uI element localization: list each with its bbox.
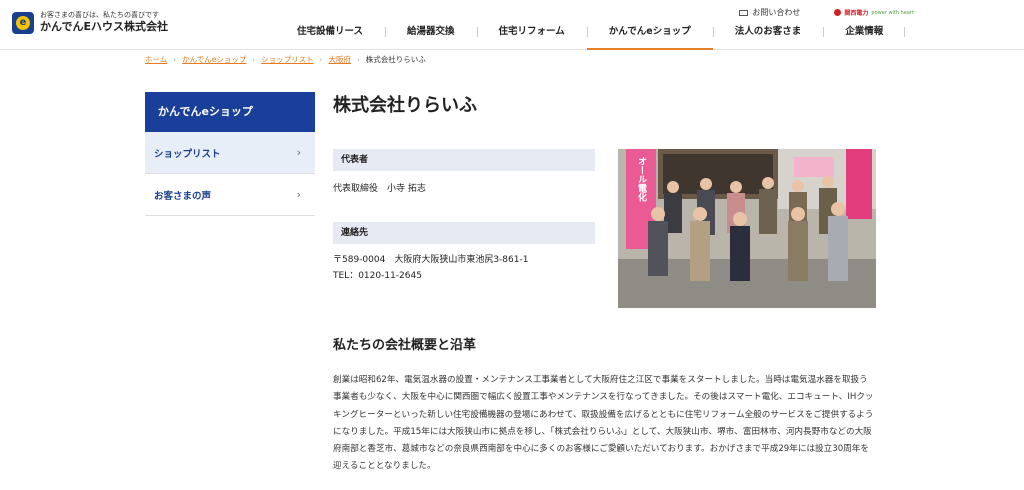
breadcrumb-current: 株式会社りらいふ xyxy=(365,55,426,64)
logo-company-name: かんでんEハウス株式会社 xyxy=(40,20,168,33)
sidebar-item-shop-list[interactable]: ショップリスト › xyxy=(145,132,315,174)
nav-item-lease[interactable]: 住宅設備リース xyxy=(275,22,385,50)
kepco-sub-label: power with heart xyxy=(871,9,914,16)
sidebar-item-label: ショップリスト xyxy=(154,148,221,160)
kepco-logo[interactable]: 関西電力 power with heart xyxy=(834,8,914,17)
kepco-label: 関西電力 xyxy=(844,10,869,17)
breadcrumb-separator-icon: › xyxy=(173,55,177,64)
company-history-text: 創業は昭和62年、電気温水器の設置・メンテナンス工事業者として大阪府住之江区で事… xyxy=(333,375,874,472)
sidebar-title[interactable]: かんでんeショップ xyxy=(145,92,315,132)
nav-item-water-heater[interactable]: 給湯器交換 xyxy=(385,22,477,50)
breadcrumb-osaka[interactable]: 大阪府 xyxy=(328,54,351,65)
nav-item-reform[interactable]: 住宅リフォーム xyxy=(476,22,587,50)
contact-link-label: お問い合わせ xyxy=(752,8,801,17)
kepco-mark-icon xyxy=(834,9,842,16)
breadcrumb-separator-icon: › xyxy=(319,55,323,64)
nav-item-eshop[interactable]: かんでんeショップ xyxy=(586,22,713,50)
site-header: e お客さまの喜びは、私たちの喜びです かんでんEハウス株式会社 お問い合わせ … xyxy=(0,0,1024,50)
sidebar-item-customer-voice[interactable]: お客さまの声 › xyxy=(145,174,315,216)
main-content: 株式会社りらいふ 代表者 代表取締役 小寺 拓志 連絡先 〒589-0004 大… xyxy=(333,92,878,471)
nav-item-company-info[interactable]: 企業情報 xyxy=(823,22,906,50)
logo-e-icon: e xyxy=(12,11,34,34)
breadcrumb: ホーム › かんでんeショップ › ショップリスト › 大阪府 › 株式会社りら… xyxy=(145,54,426,65)
chevron-right-icon: › xyxy=(296,146,301,159)
site-logo[interactable]: e お客さまの喜びは、私たちの喜びです かんでんEハウス株式会社 xyxy=(12,11,168,34)
sidebar-item-label: お客さまの声 xyxy=(154,190,212,202)
breadcrumb-separator-icon: › xyxy=(356,55,360,64)
contact-label: 連絡先 xyxy=(333,222,595,244)
tel-text: TEL：0120-11-2645 xyxy=(333,271,422,281)
section-title: 私たちの会社概要と沿革 xyxy=(333,338,477,353)
utility-links: お問い合わせ 関西電力 power with heart xyxy=(739,7,914,18)
global-nav: 住宅設備リース 給湯器交換 住宅リフォーム かんでんeショップ 法人のお客さま … xyxy=(275,22,906,50)
representative-value: 代表取締役 小寺 拓志 xyxy=(333,184,426,194)
breadcrumb-home[interactable]: ホーム xyxy=(145,54,167,65)
logo-tagline: お客さまの喜びは、私たちの喜びです xyxy=(40,11,159,19)
mail-icon xyxy=(739,9,749,16)
nav-item-corporate[interactable]: 法人のお客さま xyxy=(712,22,824,50)
representative-label: 代表者 xyxy=(333,149,595,171)
sidebar: かんでんeショップ ショップリスト › お客さまの声 › xyxy=(145,92,315,216)
staff-photo: オール電化 xyxy=(618,149,876,308)
chevron-right-icon: › xyxy=(296,188,301,201)
address-text: 〒589-0004 大阪府大阪狭山市東池尻3-861-1 xyxy=(333,255,529,265)
representative-block: 代表者 代表取締役 小寺 拓志 xyxy=(333,149,595,197)
breadcrumb-separator-icon: › xyxy=(252,55,256,64)
svg-text:オール電化: オール電化 xyxy=(636,156,647,202)
contact-link[interactable]: お問い合わせ xyxy=(739,7,800,18)
contact-block: 連絡先 〒589-0004 大阪府大阪狭山市東池尻3-861-1 TEL：012… xyxy=(333,222,595,284)
breadcrumb-eshop[interactable]: かんでんeショップ xyxy=(182,54,246,65)
breadcrumb-shop-list[interactable]: ショップリスト xyxy=(261,54,314,65)
page-title: 株式会社りらいふ xyxy=(333,95,477,116)
